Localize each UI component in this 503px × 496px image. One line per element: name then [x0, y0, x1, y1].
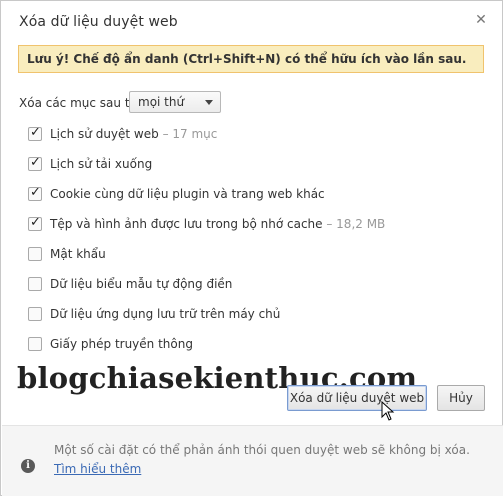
checkbox[interactable] — [28, 247, 42, 261]
option-label: Lịch sử tải xuống — [50, 157, 153, 171]
footer-message: Một số cài đặt có thể phản ánh thói quen… — [54, 443, 470, 457]
option-label: Giấy phép truyền thông — [50, 337, 193, 351]
dropdown-arrow-icon — [205, 100, 213, 105]
footer-text: Một số cài đặt có thể phản ánh thói quen… — [54, 441, 484, 479]
time-period-select[interactable]: mọi thứ — [129, 91, 221, 113]
option-label: Dữ liệu ứng dụng lưu trữ trên máy chủ — [50, 307, 281, 321]
dialog-title: Xóa dữ liệu duyệt web — [19, 14, 178, 30]
checkmark-icon: ✓ — [30, 155, 41, 170]
clear-browsing-data-dialog: Xóa dữ liệu duyệt web ✕ Lưu ý! Chế độ ẩn… — [0, 0, 503, 496]
option-label: Lịch sử duyệt web — [50, 127, 159, 141]
mouse-pointer-icon — [381, 401, 395, 421]
checkmark-icon: ✓ — [30, 125, 41, 140]
clear-data-button[interactable]: Xóa dữ liệu duyệt web — [287, 385, 427, 411]
footer: i Một số cài đặt có thể phản ánh thói qu… — [2, 425, 503, 496]
checkbox[interactable]: ✓ — [28, 185, 42, 201]
option-detail: – 18,2 MB — [326, 217, 386, 231]
checkbox[interactable]: ✓ — [28, 125, 42, 141]
close-icon[interactable]: ✕ — [474, 13, 488, 27]
option-detail: – 17 mục — [162, 127, 218, 141]
cancel-button[interactable]: Hủy — [437, 385, 485, 411]
checkmark-icon: ✓ — [30, 215, 41, 230]
time-period-value: mọi thứ — [138, 95, 185, 109]
incognito-warning: Lưu ý! Chế độ ẩn danh (Ctrl+Shift+N) có … — [18, 45, 484, 73]
period-label: Xóa các mục sau từ: — [19, 96, 142, 110]
checkbox[interactable] — [28, 307, 42, 321]
option-label: Tệp và hình ảnh được lưu trong bộ nhớ ca… — [50, 217, 323, 231]
option-label: Cookie cùng dữ liệu plugin và trang web … — [50, 187, 325, 201]
checkbox[interactable] — [28, 337, 42, 351]
option-label: Dữ liệu biểu mẫu tự động điền — [50, 277, 233, 291]
option-label: Mật khẩu — [50, 247, 106, 261]
learn-more-link[interactable]: Tìm hiểu thêm — [54, 462, 141, 476]
info-icon: i — [21, 459, 35, 473]
checkbox[interactable]: ✓ — [28, 215, 42, 231]
checkbox[interactable] — [28, 277, 42, 291]
checkbox[interactable]: ✓ — [28, 155, 42, 171]
checkmark-icon: ✓ — [30, 185, 41, 200]
